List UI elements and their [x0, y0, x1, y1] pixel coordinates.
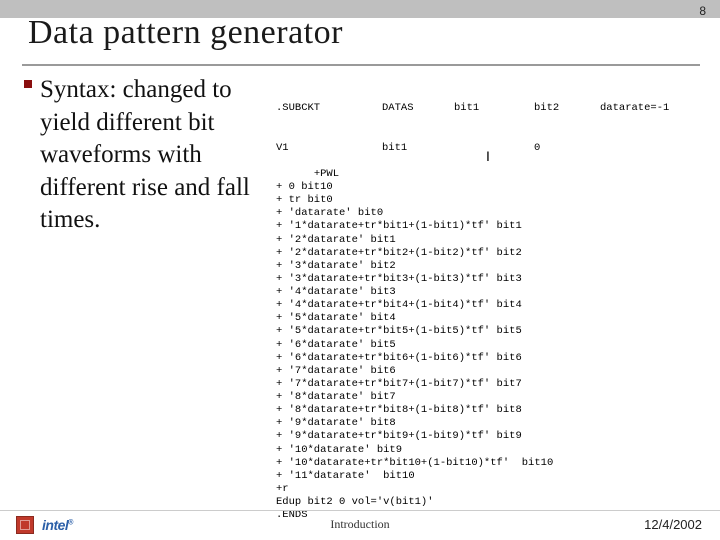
- code-line: + '7*datarate' bit6: [276, 365, 396, 377]
- code-line: + '8*datarate+tr*bit8+(1-bit8)*tf' bit8: [276, 404, 522, 416]
- code-h1-c4: datarate=-1: [600, 102, 669, 115]
- code-h1-c2: bit1: [454, 102, 534, 115]
- code-line: + '1*datarate+tr*bit1+(1-bit1)*tf' bit1: [276, 220, 522, 232]
- code-line: + '8*datarate' bit7: [276, 391, 396, 403]
- bullet-column: Syntax: changed to yield different bit w…: [36, 74, 266, 484]
- code-line: + 0 bit10: [276, 181, 333, 193]
- code-line: + '5*datarate' bit4: [276, 312, 396, 324]
- footer-date: 12/4/2002: [644, 517, 702, 532]
- code-header-row-1: .SUBCKTDATASbit1bit2datarate=-1: [276, 102, 700, 115]
- code-h2-c0: V1: [276, 142, 382, 155]
- code-line: + '3*datarate+tr*bit3+(1-bit3)*tf' bit3: [276, 273, 522, 285]
- code-line: + '9*datarate+tr*bit9+(1-bit9)*tf' bit9: [276, 430, 522, 442]
- code-line: + tr bit0: [276, 194, 333, 206]
- code-line: + '7*datarate+tr*bit7+(1-bit7)*tf' bit7: [276, 378, 522, 390]
- code-line: + '2*datarate+tr*bit2+(1-bit2)*tf' bit2: [276, 247, 522, 259]
- code-line: + '6*datarate' bit5: [276, 339, 396, 351]
- footer-center-text: Introduction: [0, 517, 720, 532]
- code-line: + '4*datarate+tr*bit4+(1-bit4)*tf' bit4: [276, 299, 522, 311]
- code-line: + '2*datarate' bit1: [276, 234, 396, 246]
- code-h1-c3: bit2: [534, 102, 600, 115]
- code-header-row-2: V1bit1 0: [276, 142, 700, 155]
- code-line: + '3*datarate' bit2: [276, 260, 396, 272]
- slide-title: Data pattern generator: [28, 14, 343, 52]
- code-line: + 'datarate' bit0: [276, 207, 383, 219]
- title-underline: [22, 64, 700, 66]
- code-h2-c3: 0: [534, 142, 600, 155]
- code-line: + '5*datarate+tr*bit5+(1-bit5)*tf' bit5: [276, 325, 522, 337]
- slide-body: Syntax: changed to yield different bit w…: [36, 74, 700, 484]
- bullet-text: Syntax: changed to yield different bit w…: [36, 74, 266, 237]
- code-line: + '10*datarate' bit9: [276, 444, 402, 456]
- code-line: + '9*datarate' bit8: [276, 417, 396, 429]
- code-line: +r: [276, 483, 289, 495]
- code-h1-c1: DATAS: [382, 102, 454, 115]
- code-h2-c1: bit1: [382, 142, 454, 155]
- code-line: +PWL: [314, 168, 339, 180]
- page-number: 8: [699, 4, 706, 18]
- code-line: + '10*datarate+tr*bit10+(1-bit10)*tf' bi…: [276, 457, 553, 469]
- code-line: + '4*datarate' bit3: [276, 286, 396, 298]
- bullet-lead: Syntax:: [40, 76, 116, 103]
- code-line: + '11*datarate' bit10: [276, 470, 415, 482]
- slide: 8 Data pattern generator Syntax: changed…: [0, 0, 720, 540]
- code-h1-c0: .SUBCKT: [276, 102, 382, 115]
- code-line: Edup bit2 0 vol='v(bit1)': [276, 496, 434, 508]
- code-block: .SUBCKTDATASbit1bit2datarate=-1 V1bit10 …: [276, 74, 700, 484]
- code-line: + '6*datarate+tr*bit6+(1-bit6)*tf' bit6: [276, 352, 522, 364]
- bullet-square-icon: [24, 80, 32, 88]
- slide-footer: intel® Introduction 12/4/2002: [0, 510, 720, 540]
